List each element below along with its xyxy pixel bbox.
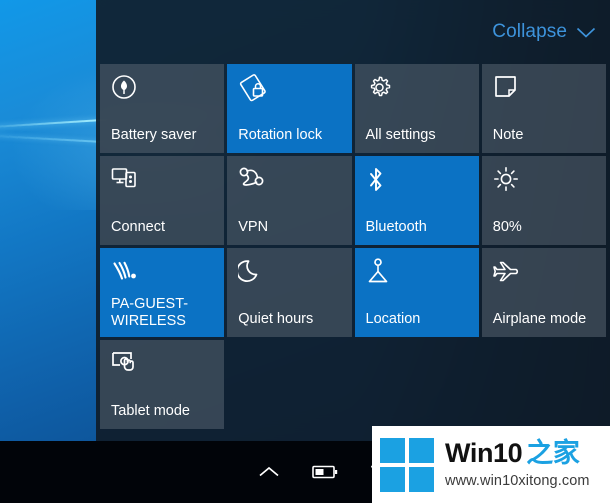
quick-action-tile-airplane-mode[interactable]: Airplane mode [481, 248, 606, 337]
location-pin-icon [366, 258, 469, 292]
tile-label: PA-GUEST- WIRELESS [111, 296, 189, 329]
action-center-panel: Collapse Battery saver Rotation lock All… [96, 0, 610, 441]
quick-action-tile-note[interactable]: Note [481, 64, 606, 153]
quick-action-tile-location[interactable]: Location [354, 248, 479, 337]
site-watermark: Win10 之家 www.win10xitong.com [372, 426, 610, 503]
wifi-icon [111, 258, 214, 292]
watermark-text: Win10 之家 www.win10xitong.com [445, 440, 590, 489]
tablet-mode-icon [111, 350, 214, 384]
tile-label: Battery saver [111, 127, 197, 143]
brightness-icon [493, 166, 596, 200]
tile-label: Bluetooth [365, 219, 427, 235]
tile-label: Connect [111, 219, 166, 235]
show-hidden-icons-chevron-up-icon[interactable] [256, 459, 282, 485]
quick-action-tile-wifi[interactable]: PA-GUEST- WIRELESS [100, 248, 225, 337]
windows-logo-icon [380, 437, 434, 492]
tile-grid-empty-slot [355, 340, 479, 429]
chevron-down-icon [576, 26, 596, 39]
watermark-title: Win10 之家 [445, 440, 590, 467]
quick-action-tile-quiet-hours[interactable]: Quiet hours [227, 248, 352, 337]
airplane-icon [492, 258, 596, 292]
connect-icon [111, 166, 214, 200]
screen: Collapse Battery saver Rotation lock All… [0, 0, 610, 503]
collapse-button[interactable]: Collapse [492, 21, 596, 43]
battery-saver-leaf-icon [111, 74, 214, 108]
battery-icon[interactable] [312, 459, 338, 485]
note-icon [493, 74, 596, 108]
quick-action-tile-grid: Battery saver Rotation lock All settings… [100, 64, 606, 429]
tile-label: All settings [365, 127, 436, 143]
tile-label: Note [492, 127, 524, 143]
watermark-title-en: Win10 [445, 438, 523, 469]
tile-label: VPN [238, 219, 269, 235]
action-center-header: Collapse [96, 0, 610, 64]
quick-action-tile-all-settings[interactable]: All settings [354, 64, 479, 153]
rotation-lock-icon [238, 74, 341, 108]
quick-action-tile-rotation-lock[interactable]: Rotation lock [227, 64, 352, 153]
tile-label: Tablet mode [111, 403, 190, 419]
watermark-title-cn: 之家 [526, 438, 580, 469]
quick-action-tile-bluetooth[interactable]: Bluetooth [354, 156, 479, 245]
tile-grid-empty-slot [482, 340, 606, 429]
quick-action-tile-brightness[interactable]: 80% [481, 156, 606, 245]
quick-action-tile-tablet-mode[interactable]: Tablet mode [100, 340, 225, 429]
tile-label: Location [365, 311, 421, 327]
collapse-label: Collapse [492, 21, 567, 42]
moon-icon [238, 258, 341, 292]
tile-label: Quiet hours [238, 311, 314, 327]
quick-action-tile-vpn[interactable]: VPN [227, 156, 352, 245]
tile-grid-empty-slot [227, 340, 351, 429]
vpn-icon [238, 166, 341, 200]
gear-icon [366, 74, 469, 108]
watermark-url: www.win10xitong.com [445, 473, 590, 490]
bluetooth-icon [366, 166, 469, 200]
quick-action-tile-connect[interactable]: Connect [100, 156, 225, 245]
tile-label: Airplane mode [492, 311, 587, 327]
tile-label: 80% [492, 219, 522, 235]
quick-action-tile-battery-saver[interactable]: Battery saver [100, 64, 225, 153]
tile-label: Rotation lock [238, 127, 323, 143]
